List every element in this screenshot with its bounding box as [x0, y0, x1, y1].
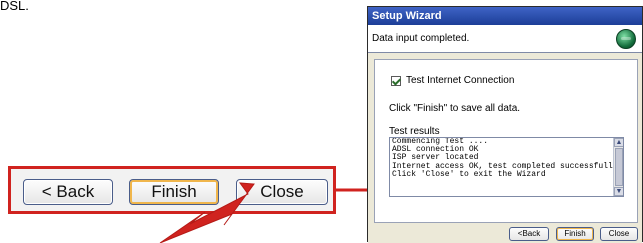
wizard-close-button[interactable]: Close	[600, 227, 638, 241]
callout-close-button[interactable]: Close	[236, 179, 328, 205]
wizard-finish-button[interactable]: Finish	[556, 227, 594, 241]
wizard-back-button[interactable]: <Back	[509, 227, 549, 241]
finish-instruction-text: Click "Finish" to save all data.	[389, 103, 521, 114]
wizard-header-message: Data input completed.	[372, 33, 470, 44]
test-connection-checkbox[interactable]	[391, 76, 401, 86]
zoomed-button-callout: < Back Finish Close	[8, 166, 336, 214]
page-caption-partial: DSL.	[0, 0, 29, 13]
scroll-thumb[interactable]	[615, 148, 623, 186]
test-results-label: Test results	[389, 126, 440, 137]
test-connection-label: Test Internet Connection	[406, 75, 515, 86]
wizard-header: Data input completed.	[368, 25, 642, 53]
scroll-down-arrow-icon[interactable]: ▼	[614, 187, 623, 196]
wizard-button-bar: <Back Finish Close	[368, 223, 642, 243]
scroll-up-arrow-icon[interactable]: ▲	[614, 138, 623, 147]
test-results-textbox[interactable]: Commencing Test .... ADSL connection OK …	[389, 137, 624, 197]
results-line: Click 'Close' to exit the Wizard	[392, 169, 546, 179]
setup-wizard-window: Setup Wizard Data input completed. Test …	[367, 6, 643, 243]
callout-back-button[interactable]: < Back	[23, 179, 113, 205]
wizard-content-panel: Test Internet Connection Click "Finish" …	[374, 59, 638, 223]
globe-icon	[616, 29, 636, 49]
results-scrollbar[interactable]: ▲ ▼	[613, 138, 623, 196]
callout-finish-button[interactable]: Finish	[129, 179, 219, 205]
wizard-titlebar: Setup Wizard	[368, 7, 642, 25]
